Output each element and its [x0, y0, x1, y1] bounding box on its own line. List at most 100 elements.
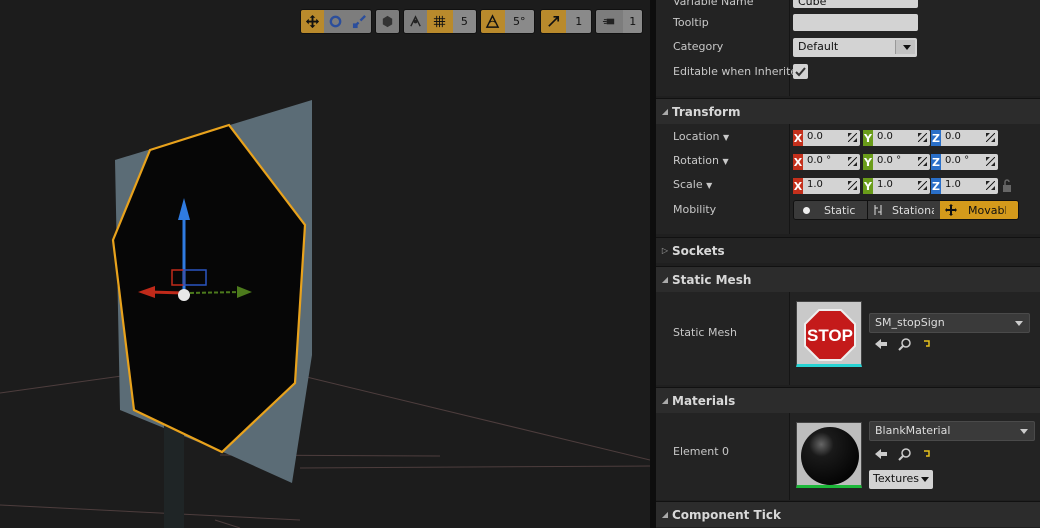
variable-name-label: Variable Name [673, 0, 754, 8]
checkmark-icon [795, 67, 806, 77]
details-panel: Variable Name Cube Tooltip Category Defa… [656, 0, 1040, 528]
camera-speed-value[interactable]: 1 [623, 10, 642, 33]
level-viewport[interactable]: 5 5° 1 1 [0, 0, 650, 528]
reset-arrow-icon[interactable] [922, 449, 932, 459]
location-y[interactable]: Y 0.0 [863, 130, 930, 146]
rotation-y[interactable]: Y 0.0 ° [863, 154, 930, 170]
spin-icon [918, 181, 927, 190]
stationary-icon [874, 205, 882, 215]
mobility-movable-option[interactable]: Movabl [940, 201, 1018, 219]
static-mesh-title: Static Mesh [672, 272, 752, 287]
transform-section-header[interactable]: ◢ Transform [656, 98, 1040, 124]
spin-icon [986, 157, 995, 166]
thumbnail-stop-text: STOP [807, 326, 853, 345]
editable-inherited-checkbox[interactable] [793, 64, 808, 79]
camera-speed-toolbar: 1 [595, 9, 643, 34]
world-local-toolbar [375, 9, 400, 34]
lock-icon[interactable] [1001, 179, 1013, 193]
floor-grid [0, 371, 650, 528]
translate-icon[interactable] [301, 10, 325, 33]
editable-inherited-label: Editable when Inherited [673, 65, 805, 78]
rotation-snap-toolbar: 5° [480, 9, 535, 34]
material-asset-dropdown[interactable]: BlankMaterial [869, 421, 1035, 441]
spin-icon [848, 181, 857, 190]
location-z[interactable]: Z 0.0 [931, 130, 998, 146]
variable-details: Variable Name Cube Tooltip Category Defa… [656, 0, 1040, 96]
collapse-arrow-icon: ◢ [661, 396, 669, 405]
spin-icon [918, 157, 927, 166]
grid-snap-value[interactable]: 5 [452, 10, 476, 33]
mobility-static-option[interactable]: Static [794, 201, 867, 219]
variable-name-input[interactable]: Cube [793, 0, 918, 8]
component-tick-section-header[interactable]: ◢ Component Tick [656, 501, 1040, 527]
scale-y[interactable]: Y 1.0 [863, 178, 930, 194]
use-selected-arrow-icon[interactable] [874, 448, 888, 460]
camera-speed-icon[interactable] [596, 10, 624, 33]
rotation-x[interactable]: X 0.0 ° [793, 154, 860, 170]
tooltip-label: Tooltip [673, 16, 709, 29]
collapse-arrow-icon: ◢ [661, 275, 669, 284]
chevron-down-icon [921, 477, 929, 482]
browse-search-icon[interactable] [898, 337, 912, 351]
world-local-icon[interactable] [376, 10, 399, 33]
category-label: Category [673, 40, 724, 53]
transform-body: Location ▼ X 0.0 Y 0.0 Z 0.0 Rotation ▼ X 0.… [656, 124, 1040, 234]
scale-snap-toolbar: 1 [540, 9, 592, 34]
rotation-snap-value[interactable]: 5° [504, 10, 534, 33]
component-tick-title: Component Tick [672, 507, 781, 522]
location-x[interactable]: X 0.0 [793, 130, 860, 146]
transform-mode-toolbar [300, 9, 372, 34]
materials-title: Materials [672, 393, 736, 408]
textures-dropdown[interactable]: Textures [869, 470, 933, 489]
collapse-arrow-icon: ◢ [661, 107, 669, 116]
material-asset-name: BlankMaterial [875, 424, 951, 437]
spin-icon [918, 133, 927, 142]
expand-arrow-icon: ▷ [661, 246, 669, 255]
grid-snap-icon[interactable] [427, 10, 453, 33]
mobility-stationary-option[interactable]: Stationa [867, 201, 940, 219]
static-mesh-label: Static Mesh [673, 326, 737, 339]
rotate-icon[interactable] [324, 10, 348, 33]
grid-snap-toolbar: 5 [403, 9, 477, 34]
scale-icon[interactable] [347, 10, 371, 33]
static-icon [803, 206, 810, 214]
mobility-label: Mobility [673, 203, 717, 216]
chevron-down-icon [1015, 321, 1023, 326]
rotation-snap-icon[interactable] [481, 10, 505, 33]
static-mesh-section-header[interactable]: ◢ Static Mesh [656, 266, 1040, 292]
category-value: Default [798, 40, 839, 53]
sockets-section-header[interactable]: ▷ Sockets [656, 237, 1040, 263]
rotation-label[interactable]: Rotation ▼ [673, 154, 729, 167]
category-dropdown[interactable]: Default [793, 38, 917, 57]
static-mesh-thumbnail[interactable]: STOP [796, 301, 862, 367]
scale-x[interactable]: X 1.0 [793, 178, 860, 194]
spin-icon [986, 133, 995, 142]
collapse-arrow-icon: ◢ [661, 510, 669, 519]
static-mesh-asset-name: SM_stopSign [875, 316, 945, 329]
scale-snap-icon[interactable] [541, 10, 567, 33]
materials-section-header[interactable]: ◢ Materials [656, 387, 1040, 413]
use-selected-arrow-icon[interactable] [874, 338, 888, 350]
movable-icon [945, 204, 957, 216]
spin-icon [848, 157, 857, 166]
material-thumbnail[interactable] [796, 422, 862, 488]
materials-body: Element 0 BlankMaterial Textures [656, 413, 1040, 500]
scale-label[interactable]: Scale ▼ [673, 178, 712, 191]
tooltip-input[interactable] [793, 14, 918, 31]
scale-z[interactable]: Z 1.0 [931, 178, 998, 194]
textures-label: Textures [873, 472, 919, 485]
spin-icon [848, 133, 857, 142]
scale-snap-value[interactable]: 1 [566, 10, 591, 33]
surface-snap-icon[interactable] [404, 10, 428, 33]
reset-arrow-icon[interactable] [922, 339, 932, 349]
spin-icon [986, 181, 995, 190]
element-0-label: Element 0 [673, 445, 730, 458]
rotation-z[interactable]: Z 0.0 ° [931, 154, 998, 170]
location-label[interactable]: Location ▼ [673, 130, 729, 143]
static-mesh-asset-dropdown[interactable]: SM_stopSign [869, 313, 1030, 333]
browse-search-icon[interactable] [898, 447, 912, 461]
viewport-scene[interactable] [0, 0, 650, 528]
mobility-selector: Static Stationa Movabl [793, 200, 1019, 220]
transform-title: Transform [672, 104, 741, 119]
chevron-down-icon [1020, 429, 1028, 434]
